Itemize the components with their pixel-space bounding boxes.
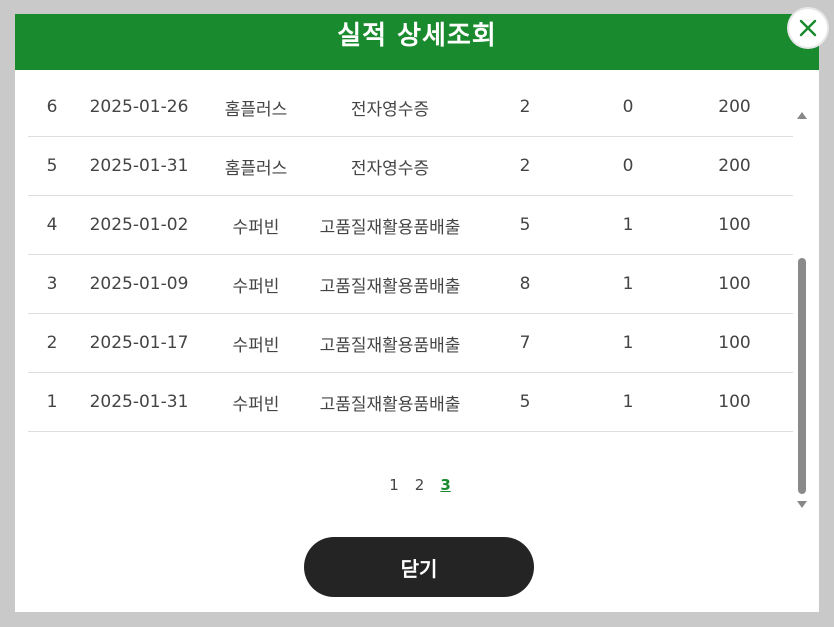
close-icon-button[interactable]: [789, 9, 827, 47]
row-type: 고품질재활용품배출: [310, 372, 470, 432]
row-number: 5: [28, 136, 76, 196]
row-flag: 0: [580, 136, 676, 196]
row-store: 수퍼빈: [202, 313, 310, 373]
table-row: 6 2025-01-26 홈플러스 전자영수증 2 0 200: [28, 78, 793, 137]
table-row: 3 2025-01-09 수퍼빈 고품질재활용품배출 8 1 100: [28, 254, 793, 314]
scroll-thumb[interactable]: [798, 258, 806, 494]
row-number: 2: [28, 313, 76, 373]
row-number: 6: [28, 78, 76, 137]
modal-header: 실적 상세조회: [15, 14, 819, 70]
row-count: 2: [470, 136, 580, 196]
table-row: 2 2025-01-17 수퍼빈 고품질재활용품배출 7 1 100: [28, 313, 793, 373]
close-icon: [799, 19, 817, 37]
row-type: 전자영수증: [310, 136, 470, 196]
row-date: 2025-01-26: [76, 78, 202, 137]
page-link-3-current[interactable]: 3: [440, 476, 450, 498]
scroll-up-arrow-icon[interactable]: [797, 112, 807, 119]
row-count: 7: [470, 313, 580, 373]
row-date: 2025-01-31: [76, 136, 202, 196]
row-store: 수퍼빈: [202, 254, 310, 314]
row-flag: 1: [580, 254, 676, 314]
detail-modal: 실적 상세조회 6 2025-01-26 홈플러스 전자영수증 2 0 200 5 2025-0…: [15, 14, 819, 612]
row-date: 2025-01-31: [76, 372, 202, 432]
row-points: 200: [676, 136, 793, 196]
row-store: 홈플러스: [202, 136, 310, 196]
row-store: 수퍼빈: [202, 372, 310, 432]
row-date: 2025-01-02: [76, 195, 202, 255]
table-row: 5 2025-01-31 홈플러스 전자영수증 2 0 200: [28, 136, 793, 196]
row-points: 100: [676, 313, 793, 373]
row-points: 100: [676, 195, 793, 255]
row-number: 4: [28, 195, 76, 255]
row-type: 고품질재활용품배출: [310, 195, 470, 255]
page-link-2[interactable]: 2: [415, 476, 425, 498]
row-type: 고품질재활용품배출: [310, 313, 470, 373]
row-date: 2025-01-09: [76, 254, 202, 314]
row-store: 홈플러스: [202, 78, 310, 137]
row-count: 2: [470, 78, 580, 137]
row-points: 200: [676, 78, 793, 137]
records-table: 6 2025-01-26 홈플러스 전자영수증 2 0 200 5 2025-01-31 홈플러스…: [28, 78, 793, 432]
row-count: 5: [470, 195, 580, 255]
row-number: 3: [28, 254, 76, 314]
row-flag: 1: [580, 313, 676, 373]
vertical-scrollbar[interactable]: [797, 112, 807, 508]
row-points: 100: [676, 372, 793, 432]
table-row: 4 2025-01-02 수퍼빈 고품질재활용품배출 5 1 100: [28, 195, 793, 255]
pagination: 1 2 3: [365, 476, 475, 498]
row-points: 100: [676, 254, 793, 314]
row-flag: 0: [580, 78, 676, 137]
row-count: 8: [470, 254, 580, 314]
row-count: 5: [470, 372, 580, 432]
row-flag: 1: [580, 195, 676, 255]
row-flag: 1: [580, 372, 676, 432]
records-table-container[interactable]: 6 2025-01-26 홈플러스 전자영수증 2 0 200 5 2025-01-31 홈플러스…: [28, 70, 793, 439]
row-number: 1: [28, 372, 76, 432]
row-date: 2025-01-17: [76, 313, 202, 373]
row-type: 고품질재활용품배출: [310, 254, 470, 314]
scroll-down-arrow-icon[interactable]: [797, 501, 807, 508]
close-button[interactable]: 닫기: [304, 537, 534, 597]
row-type: 전자영수증: [310, 78, 470, 137]
row-store: 수퍼빈: [202, 195, 310, 255]
page-link-1[interactable]: 1: [389, 476, 399, 498]
modal-title: 실적 상세조회: [337, 21, 497, 51]
table-row: 1 2025-01-31 수퍼빈 고품질재활용품배출 5 1 100: [28, 372, 793, 432]
